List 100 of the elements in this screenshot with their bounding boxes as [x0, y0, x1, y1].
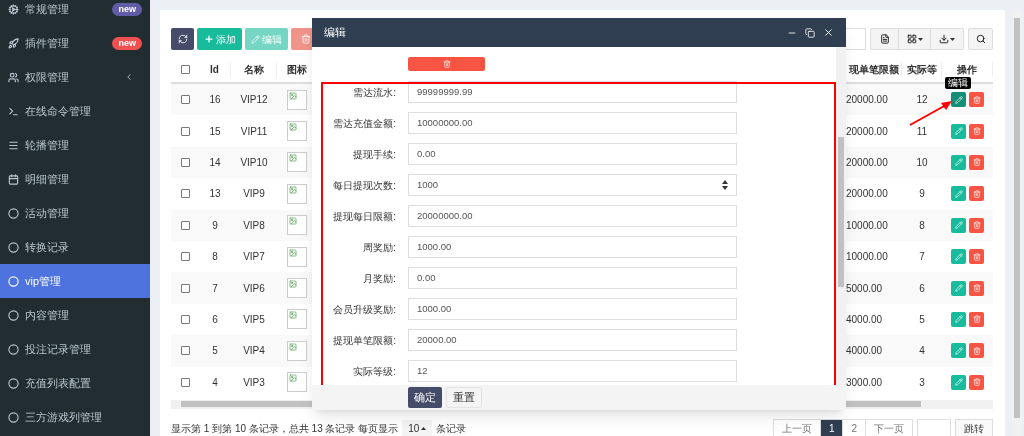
page-size-dropdown[interactable]: 10 — [402, 419, 433, 436]
sidebar-item[interactable]: 常规管理 new — [0, 0, 150, 26]
pencil-icon — [954, 221, 963, 230]
row-checkbox[interactable] — [180, 95, 190, 105]
sidebar-item[interactable]: 三方游戏列管理 — [0, 400, 150, 434]
table-cell-text: 13 — [208, 187, 222, 202]
circle-icon — [8, 275, 19, 287]
delete-row-button[interactable] — [969, 92, 984, 108]
row-checkbox[interactable] — [180, 377, 190, 387]
new-badge: new — [112, 36, 142, 50]
pencil-icon — [251, 34, 260, 44]
sidebar-item[interactable]: 权限管理 — [0, 60, 150, 94]
row-checkbox[interactable] — [180, 220, 190, 230]
sidebar-item[interactable]: 在线命令管理 — [0, 94, 150, 128]
maximize-icon[interactable] — [805, 27, 815, 38]
edit-row-button[interactable] — [951, 123, 966, 139]
select-all-checkbox[interactable] — [180, 65, 190, 74]
pencil-icon — [954, 284, 963, 293]
sidebar-item[interactable]: 活动管理 — [0, 196, 150, 230]
edit-row-button[interactable] — [951, 186, 966, 202]
delete-row-button[interactable] — [969, 280, 984, 296]
input-field[interactable]: 99999999.99 — [408, 81, 737, 103]
trash-icon — [972, 221, 981, 230]
edit-row-button[interactable] — [951, 154, 966, 170]
broken-image-icon — [287, 372, 307, 393]
delete-row-button[interactable] — [969, 374, 984, 390]
close-icon[interactable] — [823, 27, 834, 38]
field-label: 周奖励: — [362, 240, 396, 255]
sidebar-item[interactable]: vip管理 — [0, 264, 150, 298]
edit-row-button[interactable] — [951, 217, 966, 233]
input-field[interactable]: 20000000.00 — [408, 205, 737, 227]
row-checkbox[interactable] — [180, 314, 190, 324]
broken-image-icon — [287, 278, 307, 299]
table-cell-text: 10000.00 — [845, 250, 889, 265]
spinner-icon[interactable] — [722, 180, 728, 190]
column-header[interactable]: 实际等 — [902, 62, 942, 77]
delete-row-button[interactable] — [969, 343, 984, 359]
sidebar-item[interactable]: 充值列表配置 — [0, 366, 150, 400]
input-field[interactable]: 12 — [408, 360, 737, 382]
sidebar-item[interactable]: 明细管理 — [0, 162, 150, 196]
sidebar-item[interactable]: 轮播管理 — [0, 128, 150, 162]
sidebar-item[interactable]: 投注记录管理 — [0, 332, 150, 366]
sidebar-item[interactable]: 转换记录 — [0, 230, 150, 264]
column-header[interactable]: Id — [199, 62, 231, 77]
delete-row-button[interactable] — [969, 311, 984, 327]
input-field[interactable]: 1000.00 — [408, 298, 737, 320]
table-cell-text: VIP7 — [242, 250, 266, 265]
input-field[interactable]: 1000.00 — [408, 236, 737, 258]
search-button[interactable] — [968, 28, 993, 50]
table-cell-text: VIP3 — [242, 375, 266, 390]
circle-icon — [8, 411, 19, 423]
trash-icon — [972, 346, 981, 355]
table-cell-text: VIP8 — [242, 218, 266, 233]
table-cell-text: 4 — [211, 375, 219, 390]
broken-image-icon — [287, 215, 307, 236]
broken-image-icon — [287, 246, 307, 267]
input-field[interactable]: 0.00 — [408, 143, 737, 165]
row-checkbox[interactable] — [180, 346, 190, 356]
rocket-icon — [8, 37, 19, 49]
caret-icon — [950, 37, 955, 41]
delete-row-button[interactable] — [969, 154, 984, 170]
table-cell-text: 6 — [918, 281, 926, 296]
delete-row-button[interactable] — [969, 217, 984, 233]
table-cell-text: 3000.00 — [845, 375, 884, 390]
row-checkbox[interactable] — [180, 283, 190, 293]
delete-row-button[interactable] — [969, 123, 984, 139]
page-number-field[interactable] — [917, 418, 951, 436]
pagination-button[interactable]: 下一页 — [865, 418, 913, 436]
edit-row-button[interactable] — [951, 343, 966, 359]
go-button[interactable]: 跳转 — [955, 418, 993, 436]
document-icon — [879, 34, 890, 44]
input-field[interactable]: 0.00 — [408, 267, 737, 289]
column-header[interactable]: 名称 — [231, 62, 277, 77]
sidebar-item[interactable]: 插件管理 new — [0, 26, 150, 60]
input-field[interactable]: 10000000.00 — [408, 112, 737, 134]
row-checkbox[interactable] — [180, 157, 190, 167]
edit-row-button[interactable] — [951, 92, 966, 108]
table-cell-text: VIP5 — [242, 312, 266, 327]
edit-row-button[interactable] — [951, 249, 966, 265]
table-cell-text: 14 — [208, 155, 222, 170]
reset-button[interactable]: 重置 — [446, 387, 482, 408]
broken-image-icon — [287, 152, 307, 173]
confirm-button[interactable]: 确定 — [408, 387, 442, 408]
input-field[interactable]: 1000 — [408, 174, 737, 196]
delete-row-button[interactable] — [969, 249, 984, 265]
page-scrollbar[interactable] — [1012, 10, 1022, 436]
sidebar-item[interactable]: 内容管理 — [0, 298, 150, 332]
refresh-button[interactable] — [171, 28, 194, 50]
delete-row-button[interactable] — [969, 186, 984, 202]
row-checkbox[interactable] — [180, 252, 190, 262]
input-field[interactable]: 20000.00 — [408, 329, 737, 351]
row-checkbox[interactable] — [180, 126, 190, 136]
row-checkbox[interactable] — [180, 189, 190, 199]
delete-image-button[interactable] — [408, 57, 485, 71]
edit-row-button[interactable] — [951, 280, 966, 296]
vertical-scrollbar[interactable] — [836, 47, 846, 385]
pagination-button[interactable]: 1 — [819, 418, 844, 436]
pagination-button[interactable]: 上一页 — [772, 418, 821, 436]
edit-row-button[interactable] — [951, 374, 966, 390]
edit-row-button[interactable] — [951, 311, 966, 327]
